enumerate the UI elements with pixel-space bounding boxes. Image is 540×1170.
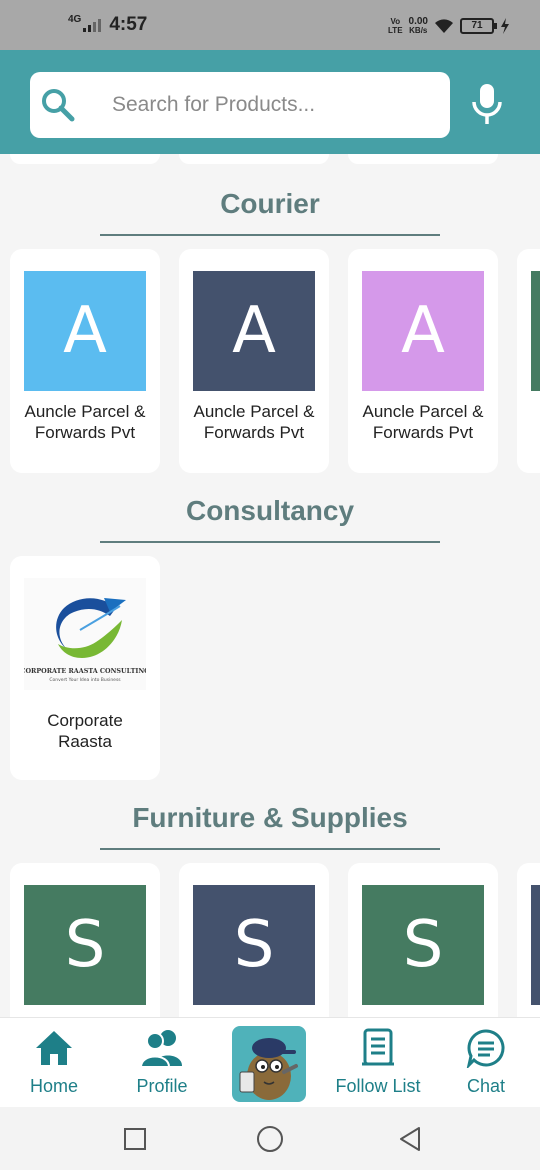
section-title-furniture: Furniture & Supplies	[132, 802, 408, 833]
business-name: Auncle Parcel & Forwards Pvt	[24, 402, 146, 442]
microphone-icon[interactable]	[470, 84, 504, 126]
section-divider	[100, 848, 440, 850]
nav-follow-list[interactable]: Follow List	[326, 1028, 430, 1104]
home-icon	[36, 1031, 72, 1065]
nav-profile[interactable]: Profile	[112, 1028, 212, 1104]
nav-chat[interactable]: Chat	[436, 1028, 536, 1104]
business-card-partial[interactable]	[517, 863, 540, 1017]
business-card[interactable]: A Auncle Parcel & Forwards Pvt	[348, 249, 498, 473]
status-bar: 4G 4:57 Vo LTE 0.00 KB/s 71	[0, 0, 540, 50]
home-button-icon[interactable]	[256, 1125, 284, 1153]
clock: 4:57	[109, 14, 148, 35]
network-type: 4G	[68, 13, 82, 25]
business-avatar: S	[24, 885, 146, 1005]
header	[0, 50, 540, 154]
volte-indicator: Vo LTE	[388, 17, 403, 35]
system-navigation-bar	[0, 1107, 540, 1170]
search-input[interactable]	[112, 72, 442, 138]
bottom-navigation: Home Profile Follow List Chat	[0, 1017, 540, 1107]
section-title-consultancy: Consultancy	[185, 495, 355, 526]
business-avatar: S	[362, 885, 484, 1005]
svg-text:Convert Your Idea into Busines: Convert Your Idea into Business	[49, 677, 121, 683]
card-peek	[348, 154, 498, 164]
back-icon[interactable]	[397, 1125, 423, 1153]
business-avatar: A	[362, 271, 484, 391]
business-card[interactable]: S	[179, 863, 329, 1017]
nav-center-mascot[interactable]	[232, 1026, 306, 1102]
section-divider	[100, 541, 440, 543]
section-title-courier: Courier	[220, 188, 320, 219]
profile-icon	[140, 1030, 182, 1068]
business-card[interactable]: A Auncle Parcel & Forwards Pvt	[10, 249, 160, 473]
business-name: Auncle Parcel & Forwards Pvt	[193, 402, 315, 442]
chat-icon	[466, 1029, 505, 1068]
business-avatar: S	[193, 885, 315, 1005]
search-bar[interactable]	[30, 72, 450, 138]
business-name: Auncle Parcel & Forwards Pvt	[362, 402, 484, 442]
business-card[interactable]: S	[10, 863, 160, 1017]
recents-icon[interactable]	[123, 1127, 147, 1151]
business-card[interactable]: S	[348, 863, 498, 1017]
card-peek	[179, 154, 329, 164]
nav-home[interactable]: Home	[4, 1028, 104, 1104]
business-avatar: A	[24, 271, 146, 391]
category-list[interactable]: Courier A Auncle Parcel & Forwards Pvt A…	[0, 154, 540, 1017]
business-card[interactable]: CORPORATE RAASTA CONSULTING Convert Your…	[10, 556, 160, 780]
business-card[interactable]: A Auncle Parcel & Forwards Pvt	[179, 249, 329, 473]
section-divider	[100, 234, 440, 236]
search-icon[interactable]	[40, 87, 76, 123]
battery-icon: 71	[460, 18, 497, 34]
corporate-raasta-logo: CORPORATE RAASTA CONSULTING Convert Your…	[20, 578, 150, 690]
business-avatar: A	[193, 271, 315, 391]
follow-list-icon	[362, 1028, 394, 1066]
wifi-icon	[435, 19, 453, 33]
signal-icon	[83, 18, 102, 32]
business-name: Corporate Raasta	[47, 711, 123, 751]
charging-icon	[501, 18, 509, 34]
svg-text:CORPORATE RAASTA CONSULTING: CORPORATE RAASTA CONSULTING	[24, 667, 146, 675]
mascot-icon	[239, 1038, 298, 1100]
card-peek	[10, 154, 160, 164]
business-card-partial[interactable]	[517, 249, 540, 473]
network-speed: 0.00 KB/s	[408, 16, 428, 36]
